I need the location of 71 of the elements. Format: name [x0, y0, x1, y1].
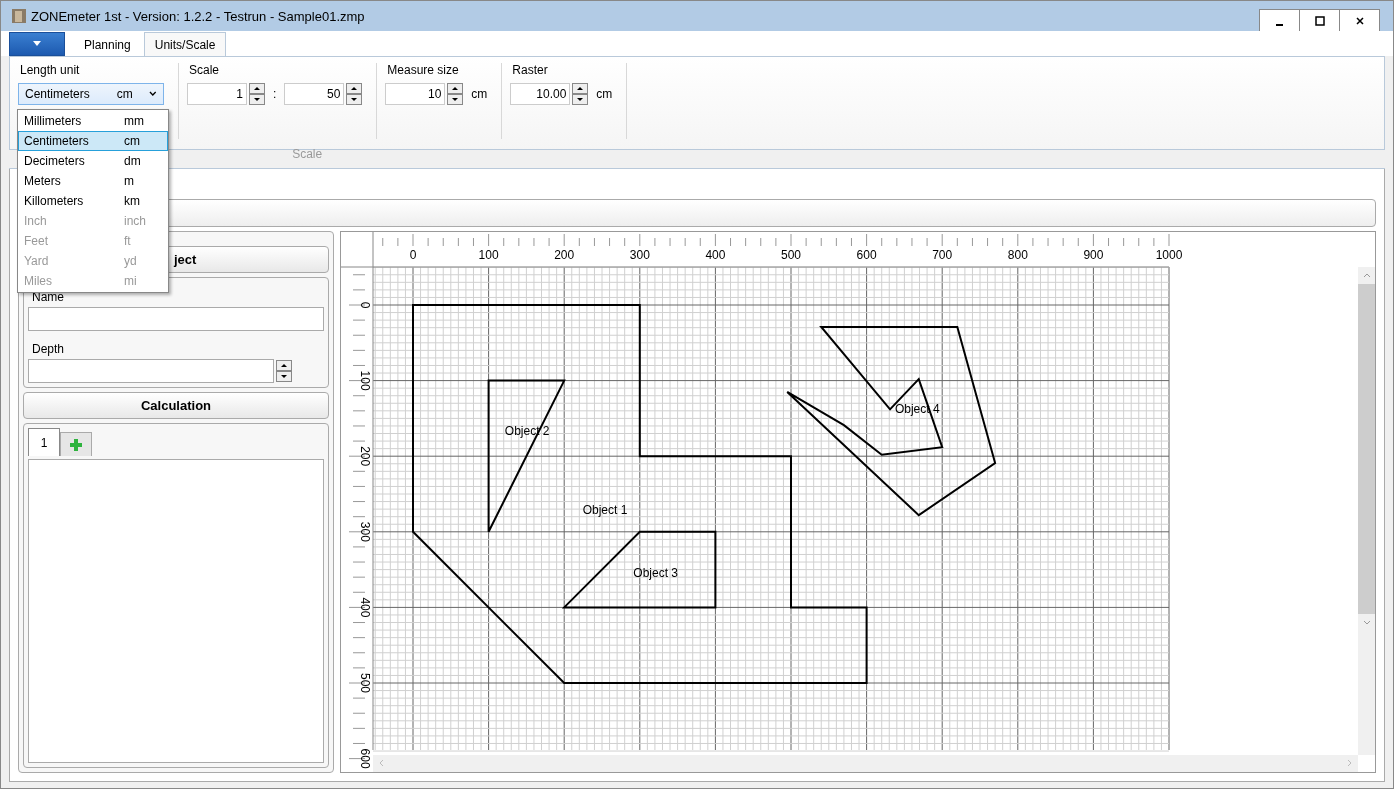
app-icon — [11, 8, 27, 24]
room-outline[interactable] — [487, 379, 566, 533]
spinner-arrows[interactable] — [572, 83, 589, 105]
dropdown-item[interactable]: Killometers km — [18, 191, 168, 211]
field-label: Depth — [31, 341, 66, 356]
calculation-header-button[interactable]: Calculation — [23, 392, 329, 419]
scale-field[interactable]: 50 — [284, 83, 345, 105]
dropdown-item[interactable]: Meters m — [18, 171, 168, 191]
unit-label: cm — [595, 87, 613, 101]
chevron-right-icon — [1347, 759, 1352, 767]
window-title: ZONEmeter 1st - Version: 1.2.2 - Testrun - Sample01.zmp — [31, 8, 365, 24]
ruler-label: 800 — [1007, 248, 1028, 262]
measure-size-field[interactable]: 10 — [385, 83, 446, 105]
object-label: Object 3 — [633, 565, 679, 580]
ruler-label: 100 — [478, 248, 499, 262]
ruler-label: 900 — [1083, 248, 1104, 262]
ruler-label: 300 — [629, 248, 650, 262]
name-input-field[interactable] — [28, 307, 324, 331]
chevron-up-icon — [1362, 273, 1371, 278]
chevron-icon — [149, 91, 157, 97]
ruler-label: 500 — [358, 673, 372, 693]
ruler-label: 200 — [554, 248, 575, 262]
plus-icon — [69, 437, 83, 452]
ruler-label: 700 — [932, 248, 953, 262]
room-outline[interactable] — [412, 304, 868, 684]
spinner-arrows[interactable] — [346, 83, 363, 105]
ruler-label: 500 — [781, 248, 801, 262]
field-label: Name — [31, 289, 65, 304]
vertical-scrollbar[interactable] — [1358, 267, 1375, 755]
spinner-arrows[interactable] — [249, 83, 265, 105]
spinner-arrows[interactable] — [276, 360, 292, 382]
minimize-icon — [1276, 23, 1283, 26]
room-outline[interactable] — [561, 530, 717, 609]
chevron-down-icon — [1362, 620, 1371, 625]
maximize-icon — [1314, 15, 1325, 26]
close-icon — [1354, 15, 1365, 26]
length-unit-combo[interactable]: Centimeters cm — [18, 83, 164, 105]
calculation-tab[interactable]: 1 — [28, 428, 60, 456]
ribbon-tab[interactable]: Planning — [73, 32, 142, 56]
ruler-label: 600 — [358, 748, 372, 769]
group-label: Measure size — [386, 63, 460, 77]
group-caption: Scale — [291, 147, 324, 161]
maximize-button[interactable] — [1299, 9, 1340, 31]
chevron-left-icon — [379, 759, 384, 767]
spinner-arrows[interactable] — [447, 83, 464, 105]
ruler-label: 400 — [705, 248, 726, 262]
ruler-label: 300 — [358, 521, 372, 542]
ruler-label: 200 — [358, 446, 372, 467]
ruler-label: 1000 — [1155, 248, 1183, 262]
ribbon-tab[interactable]: Units/Scale — [143, 32, 227, 56]
close-button[interactable] — [1339, 9, 1380, 31]
dropdown-item[interactable]: Centimeters cm — [18, 131, 168, 151]
caret-icon — [32, 41, 42, 47]
ruler-label: 600 — [856, 248, 877, 262]
ruler-label: 100 — [358, 370, 372, 391]
unit-label: cm — [470, 87, 488, 101]
horizontal-scrollbar[interactable] — [373, 755, 1358, 772]
group-label: Scale — [188, 63, 221, 77]
room-outline[interactable] — [786, 325, 997, 517]
ruler-label: 400 — [358, 597, 372, 618]
ratio-separator: : — [272, 87, 278, 101]
ruler-label: 0 — [358, 301, 372, 309]
group-label: Raster — [511, 63, 549, 77]
group-label: Length unit — [19, 63, 81, 77]
scale-field[interactable]: 1 — [187, 83, 247, 105]
dropdown-item[interactable]: Millimeters mm — [18, 111, 168, 131]
dropdown-item[interactable]: Decimeters dm — [18, 151, 168, 171]
raster-field[interactable]: 10.00 — [510, 83, 571, 105]
depth-input-field[interactable] — [28, 359, 274, 383]
object-label: Object 1 — [582, 502, 628, 517]
ruler-label: 0 — [409, 248, 417, 262]
